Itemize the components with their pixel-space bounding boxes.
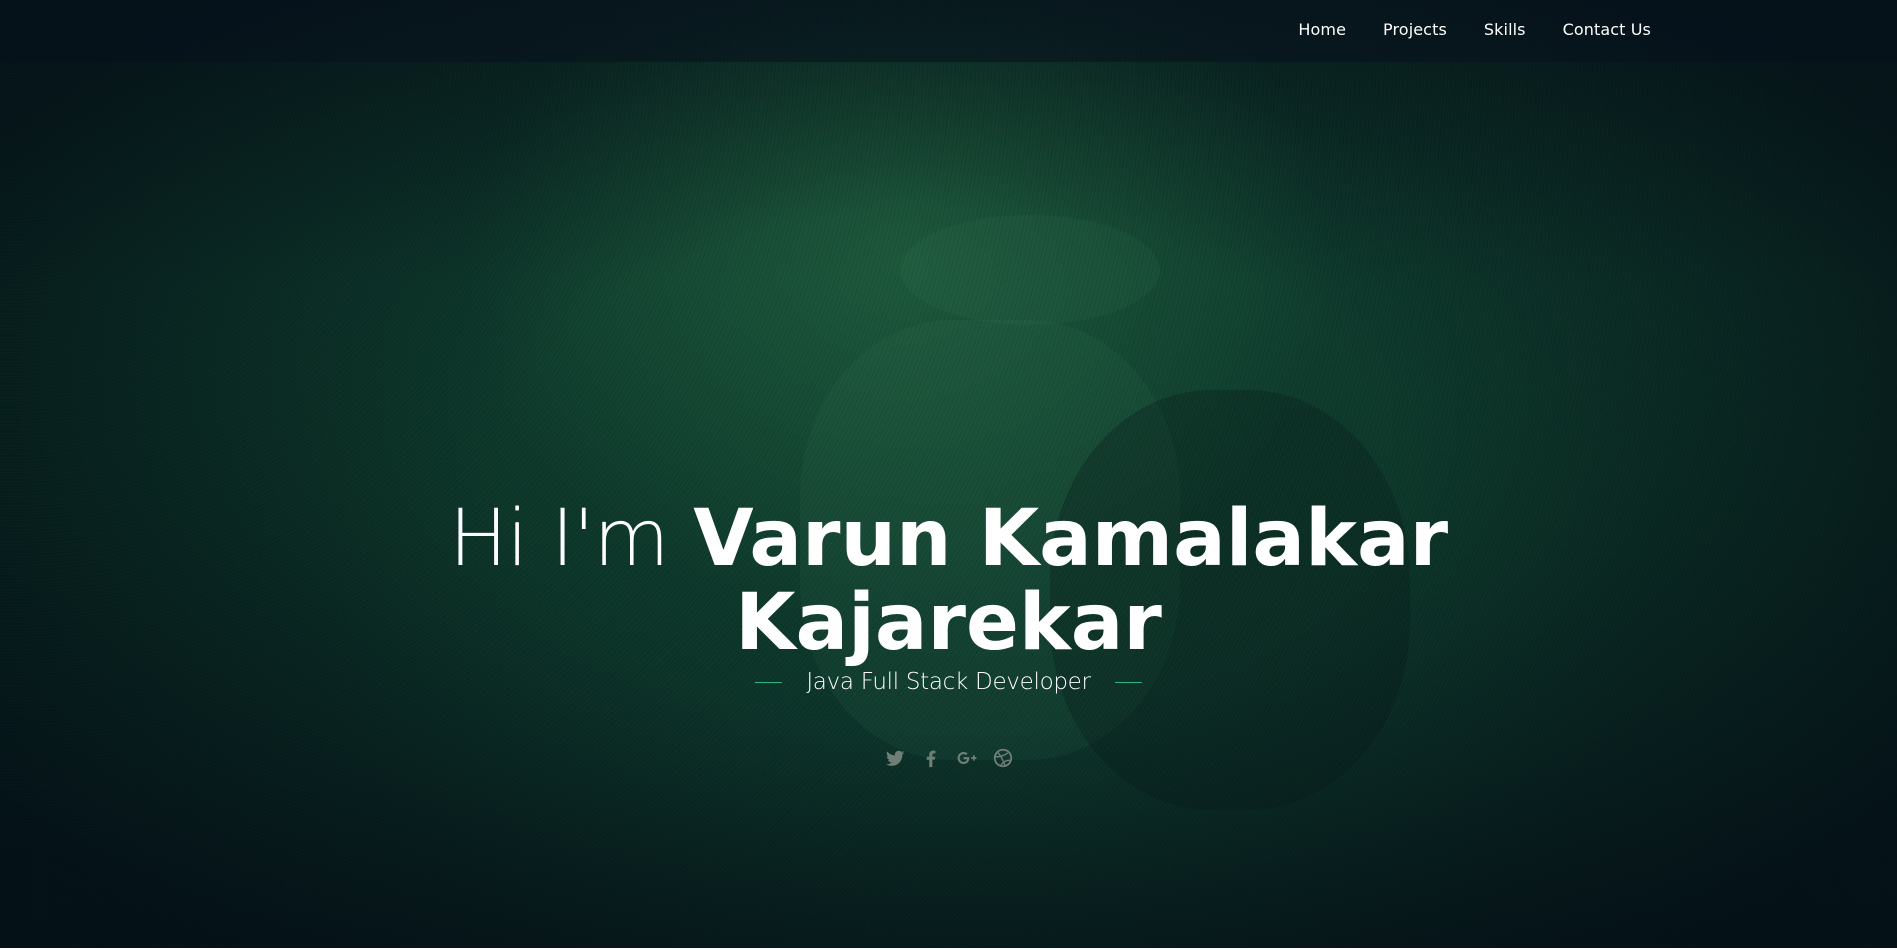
subtitle-right-divider (1114, 681, 1142, 683)
hero-name-line1: Varun Kamalakar (693, 494, 1449, 584)
nav-skills-link[interactable]: Skills (1484, 20, 1526, 39)
top-navbar: Home Projects Skills Contact Us (0, 0, 1897, 62)
facebook-icon[interactable] (920, 747, 942, 769)
social-links (0, 747, 1897, 769)
nav-projects-link[interactable]: Projects (1383, 20, 1447, 39)
hero-headline: Hi I'm Varun Kamalakar Kajarekar (0, 497, 1897, 665)
nav-home-link[interactable]: Home (1298, 20, 1346, 39)
hero-subtitle: Java Full Stack Developer (806, 669, 1091, 695)
hero-greeting: Hi I'm (448, 494, 670, 584)
hero-subtitle-row: Java Full Stack Developer (0, 669, 1897, 695)
nav-contact-link[interactable]: Contact Us (1563, 20, 1651, 39)
hero-content: Hi I'm Varun Kamalakar Kajarekar Java Fu… (0, 497, 1897, 769)
vignette-overlay (0, 0, 1897, 948)
twitter-icon[interactable] (884, 747, 906, 769)
hero-name-line2: Kajarekar (735, 578, 1162, 668)
hero-background (0, 0, 1897, 948)
dribbble-icon[interactable] (992, 747, 1014, 769)
nav-links: Home Projects Skills Contact Us (1261, 20, 1651, 39)
google-plus-icon[interactable] (956, 747, 978, 769)
subtitle-left-divider (755, 681, 783, 683)
